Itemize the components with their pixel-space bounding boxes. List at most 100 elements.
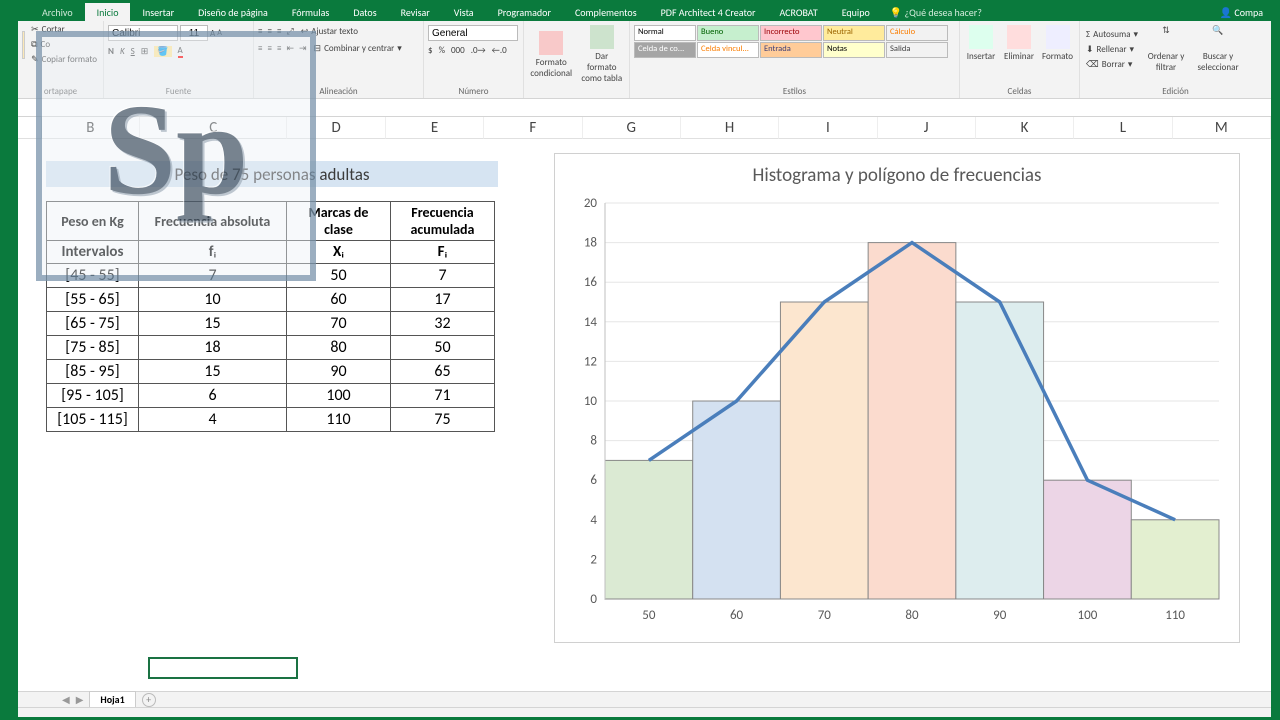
style-entrada[interactable]: Entrada <box>760 42 822 58</box>
table-row[interactable]: [65 - 75]157032 <box>47 312 495 336</box>
fill[interactable]: ⬇ Rellenar ▾ <box>1084 43 1140 56</box>
tell-me[interactable]: 💡 ¿Qué desea hacer? <box>890 6 982 19</box>
tab-team[interactable]: Equipo <box>830 3 882 22</box>
group-number: Número <box>424 86 523 97</box>
tab-data[interactable]: Datos <box>341 3 388 22</box>
tab-file[interactable]: Archivo <box>30 3 85 22</box>
delete-cells[interactable]: Eliminar <box>1002 23 1036 64</box>
hdr-acum: Frecuencia acumulada <box>391 202 495 241</box>
svg-text:100: 100 <box>1078 608 1098 623</box>
tab-formulas[interactable]: Fórmulas <box>280 3 341 22</box>
style-normal[interactable]: Normal <box>634 25 696 41</box>
cell[interactable]: 17 <box>391 288 495 312</box>
svg-text:10: 10 <box>584 394 598 409</box>
cell[interactable]: [65 - 75] <box>47 312 139 336</box>
col-H[interactable]: H <box>681 117 779 139</box>
tab-developer[interactable]: Programador <box>486 3 563 22</box>
table-row[interactable]: [55 - 65]106017 <box>47 288 495 312</box>
dec-dec-icon[interactable]: ←.0 <box>492 45 507 56</box>
cell[interactable]: [55 - 65] <box>47 288 139 312</box>
style-bueno[interactable]: Bueno <box>697 25 759 41</box>
dec-inc-icon[interactable]: .0→ <box>471 45 486 56</box>
cell[interactable]: [85 - 95] <box>47 360 139 384</box>
col-I[interactable]: I <box>779 117 877 139</box>
style-notas[interactable]: Notas <box>823 42 885 58</box>
cond-format[interactable]: Formato condicional <box>528 29 575 81</box>
cell[interactable]: 7 <box>391 264 495 288</box>
tab-addins[interactable]: Complementos <box>563 3 649 22</box>
tab-home[interactable]: Inicio <box>85 3 131 22</box>
share-button[interactable]: 👤 Compa <box>1220 6 1263 19</box>
style-celda-vincul-[interactable]: Celda vincul... <box>697 42 759 58</box>
tab-insert[interactable]: Insertar <box>130 3 186 22</box>
cell[interactable]: 50 <box>391 336 495 360</box>
col-E[interactable]: E <box>386 117 484 139</box>
cell[interactable]: 110 <box>287 408 391 432</box>
thousands-icon[interactable]: 000 <box>451 45 465 56</box>
cell[interactable]: 15 <box>139 360 287 384</box>
clear[interactable]: ⌫ Borrar ▾ <box>1084 58 1140 71</box>
col-K[interactable]: K <box>976 117 1074 139</box>
find-select[interactable]: 🔍Buscar y seleccionar <box>1192 23 1244 75</box>
tab-acrobat[interactable]: ACROBAT <box>767 3 829 22</box>
table-row[interactable]: [75 - 85]188050 <box>47 336 495 360</box>
chart[interactable]: Histograma y polígono de frecuencias 024… <box>554 153 1240 643</box>
style-c-lculo[interactable]: Cálculo <box>886 25 948 41</box>
tab-view[interactable]: Vista <box>442 3 486 22</box>
active-cell[interactable] <box>148 657 298 679</box>
cell[interactable]: 6 <box>139 384 287 408</box>
col-M[interactable]: M <box>1173 117 1271 139</box>
tab-nav-next-icon[interactable]: ▶ <box>76 693 84 706</box>
cell[interactable]: 75 <box>391 408 495 432</box>
cell[interactable]: 65 <box>391 360 495 384</box>
currency-icon[interactable]: $ <box>428 45 433 56</box>
svg-text:16: 16 <box>584 275 598 290</box>
autosum[interactable]: Σ Autosuma ▾ <box>1084 28 1140 41</box>
ribbon-tabs: Archivo Inicio Insertar Diseño de página… <box>18 3 1271 21</box>
paste-icon[interactable] <box>22 31 25 59</box>
sheet-tab-1[interactable]: Hoja1 <box>89 691 135 709</box>
cell[interactable]: 100 <box>287 384 391 408</box>
number-format[interactable] <box>428 25 518 41</box>
cell[interactable]: 80 <box>287 336 391 360</box>
table-row[interactable]: [105 - 115]411075 <box>47 408 495 432</box>
style-salida[interactable]: Salida <box>886 42 948 58</box>
svg-text:18: 18 <box>584 236 598 251</box>
cell[interactable]: 90 <box>287 360 391 384</box>
style-incorrecto[interactable]: Incorrecto <box>760 25 822 41</box>
col-F[interactable]: F <box>484 117 582 139</box>
cell[interactable]: [95 - 105] <box>47 384 139 408</box>
cell[interactable]: [105 - 115] <box>47 408 139 432</box>
style-celda-de-co-[interactable]: Celda de co... <box>634 42 696 58</box>
percent-icon[interactable]: % <box>439 45 445 56</box>
format-cells[interactable]: Formato <box>1040 23 1075 64</box>
cell[interactable]: [75 - 85] <box>47 336 139 360</box>
col-G[interactable]: G <box>583 117 681 139</box>
cell[interactable]: 4 <box>139 408 287 432</box>
format-as-table[interactable]: Dar formato como tabla <box>579 23 626 86</box>
cell[interactable]: 18 <box>139 336 287 360</box>
merge-center[interactable]: ⊟ Combinar y centrar ▾ <box>312 42 404 55</box>
col-L[interactable]: L <box>1074 117 1172 139</box>
svg-text:80: 80 <box>905 608 919 623</box>
style-neutral[interactable]: Neutral <box>823 25 885 41</box>
cell[interactable]: 71 <box>391 384 495 408</box>
chart-title: Histograma y polígono de frecuencias <box>555 154 1239 193</box>
col-J[interactable]: J <box>878 117 976 139</box>
table-row[interactable]: [85 - 95]159065 <box>47 360 495 384</box>
cell[interactable]: 15 <box>139 312 287 336</box>
cell[interactable]: 70 <box>287 312 391 336</box>
tab-review[interactable]: Revisar <box>389 3 442 22</box>
cell[interactable]: 60 <box>287 288 391 312</box>
cell[interactable]: 10 <box>139 288 287 312</box>
tab-layout[interactable]: Diseño de página <box>186 3 280 22</box>
insert-cells[interactable]: Insertar <box>964 23 998 64</box>
tab-nav-prev-icon[interactable]: ◀ <box>62 693 70 706</box>
new-sheet-button[interactable]: + <box>142 693 156 707</box>
table-row[interactable]: [95 - 105]610071 <box>47 384 495 408</box>
sort-filter[interactable]: ⇅Ordenar y filtrar <box>1144 23 1188 75</box>
svg-text:2: 2 <box>590 552 597 567</box>
chart-plot: 024681012141618205060708090100110 <box>555 193 1239 637</box>
cell[interactable]: 32 <box>391 312 495 336</box>
tab-pdf[interactable]: PDF Architect 4 Creator <box>649 3 768 22</box>
